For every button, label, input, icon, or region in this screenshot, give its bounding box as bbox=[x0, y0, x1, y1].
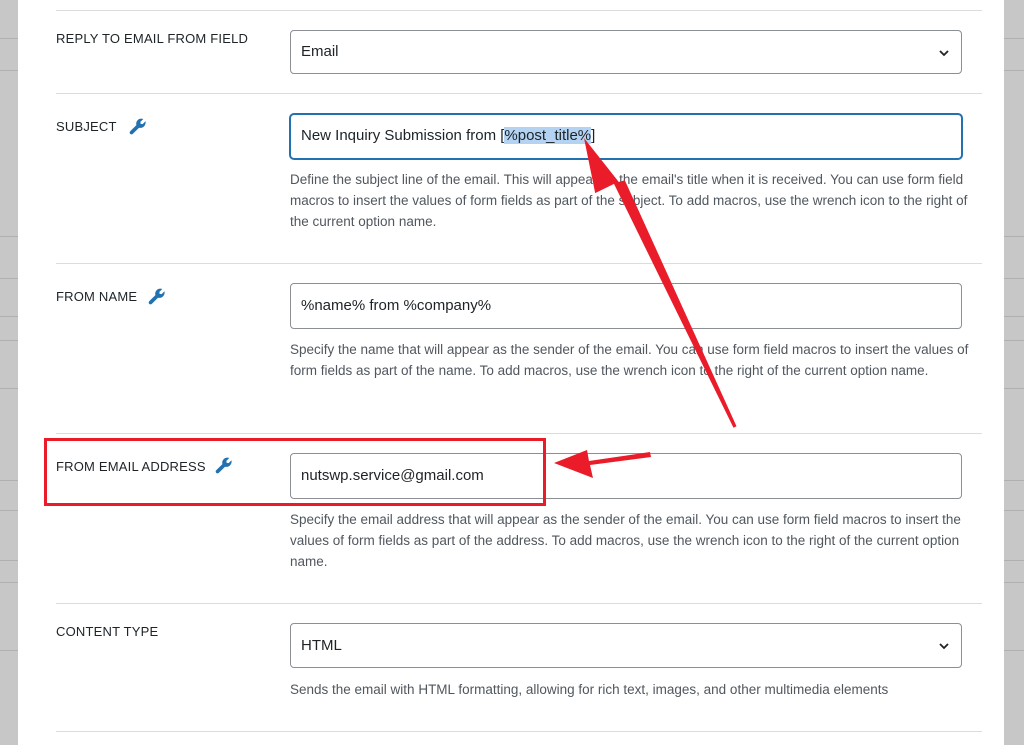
annotation-arrows bbox=[554, 138, 737, 478]
arrow-to-subject-macro bbox=[584, 138, 737, 428]
arrow-to-from-email-box bbox=[554, 450, 651, 478]
